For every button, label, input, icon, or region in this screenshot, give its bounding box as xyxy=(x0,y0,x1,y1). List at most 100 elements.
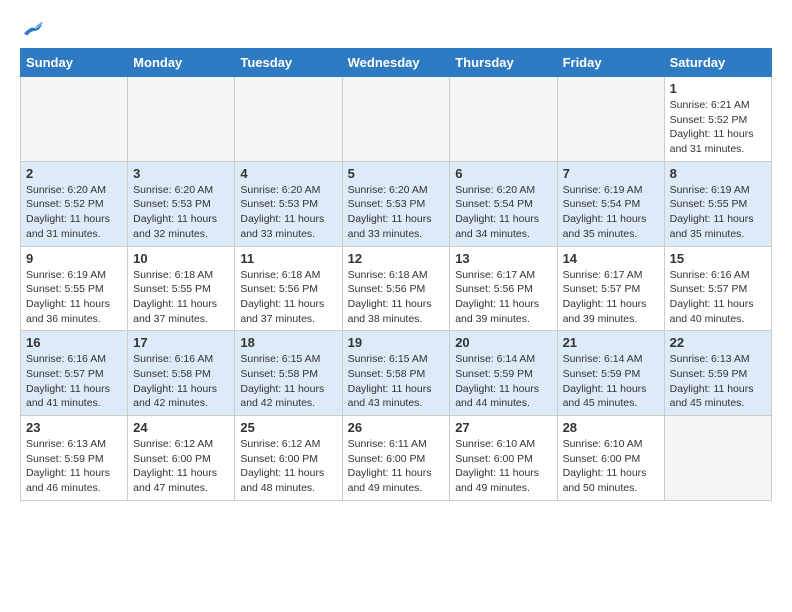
day-number: 6 xyxy=(455,166,551,181)
day-info-text: Sunrise: 6:17 AM Sunset: 5:56 PM Dayligh… xyxy=(455,268,551,327)
calendar-day-cell: 23 Sunrise: 6:13 AM Sunset: 5:59 PM Dayli… xyxy=(21,416,128,501)
day-number: 27 xyxy=(455,420,551,435)
calendar-week-row: 1 Sunrise: 6:21 AM Sunset: 5:52 PM Daylig… xyxy=(21,77,772,162)
day-number: 9 xyxy=(26,251,122,266)
day-info-text: Sunrise: 6:14 AM Sunset: 5:59 PM Dayligh… xyxy=(563,352,659,411)
day-info-text: Sunrise: 6:20 AM Sunset: 5:53 PM Dayligh… xyxy=(133,183,229,242)
calendar-week-row: 9 Sunrise: 6:19 AM Sunset: 5:55 PM Daylig… xyxy=(21,246,772,331)
day-info-text: Sunrise: 6:19 AM Sunset: 5:55 PM Dayligh… xyxy=(26,268,122,327)
day-number: 19 xyxy=(348,335,445,350)
day-info-text: Sunrise: 6:13 AM Sunset: 5:59 PM Dayligh… xyxy=(26,437,122,496)
calendar-day-cell xyxy=(664,416,771,501)
calendar-day-cell: 20 Sunrise: 6:14 AM Sunset: 5:59 PM Dayli… xyxy=(450,331,557,416)
day-info-text: Sunrise: 6:13 AM Sunset: 5:59 PM Dayligh… xyxy=(670,352,766,411)
day-number: 21 xyxy=(563,335,659,350)
calendar-day-header: Sunday xyxy=(21,49,128,77)
day-number: 18 xyxy=(240,335,336,350)
day-number: 24 xyxy=(133,420,229,435)
day-number: 13 xyxy=(455,251,551,266)
day-number: 25 xyxy=(240,420,336,435)
calendar-day-cell: 8 Sunrise: 6:19 AM Sunset: 5:55 PM Daylig… xyxy=(664,161,771,246)
day-info-text: Sunrise: 6:18 AM Sunset: 5:56 PM Dayligh… xyxy=(240,268,336,327)
calendar-day-cell: 16 Sunrise: 6:16 AM Sunset: 5:57 PM Dayli… xyxy=(21,331,128,416)
day-info-text: Sunrise: 6:16 AM Sunset: 5:58 PM Dayligh… xyxy=(133,352,229,411)
calendar-day-cell: 3 Sunrise: 6:20 AM Sunset: 5:53 PM Daylig… xyxy=(128,161,235,246)
calendar-day-header: Thursday xyxy=(450,49,557,77)
calendar-day-cell: 5 Sunrise: 6:20 AM Sunset: 5:53 PM Daylig… xyxy=(342,161,450,246)
calendar-day-cell xyxy=(128,77,235,162)
day-info-text: Sunrise: 6:20 AM Sunset: 5:53 PM Dayligh… xyxy=(240,183,336,242)
day-info-text: Sunrise: 6:16 AM Sunset: 5:57 PM Dayligh… xyxy=(670,268,766,327)
day-number: 1 xyxy=(670,81,766,96)
calendar-day-cell: 2Sunrise: 6:20 AM Sunset: 5:52 PM Daylig… xyxy=(21,161,128,246)
day-info-text: Sunrise: 6:10 AM Sunset: 6:00 PM Dayligh… xyxy=(455,437,551,496)
calendar-day-cell: 15 Sunrise: 6:16 AM Sunset: 5:57 PM Dayli… xyxy=(664,246,771,331)
calendar-day-cell: 9 Sunrise: 6:19 AM Sunset: 5:55 PM Daylig… xyxy=(21,246,128,331)
day-number: 7 xyxy=(563,166,659,181)
calendar-day-header: Tuesday xyxy=(235,49,342,77)
logo xyxy=(20,20,44,38)
day-number: 11 xyxy=(240,251,336,266)
calendar-day-cell: 28 Sunrise: 6:10 AM Sunset: 6:00 PM Dayli… xyxy=(557,416,664,501)
day-info-text: Sunrise: 6:18 AM Sunset: 5:56 PM Dayligh… xyxy=(348,268,445,327)
day-info-text: Sunrise: 6:20 AM Sunset: 5:54 PM Dayligh… xyxy=(455,183,551,242)
day-number: 8 xyxy=(670,166,766,181)
day-number: 16 xyxy=(26,335,122,350)
calendar-day-header: Wednesday xyxy=(342,49,450,77)
calendar-week-row: 2Sunrise: 6:20 AM Sunset: 5:52 PM Daylig… xyxy=(21,161,772,246)
day-info-text: Sunrise: 6:19 AM Sunset: 5:54 PM Dayligh… xyxy=(563,183,659,242)
calendar-day-cell xyxy=(557,77,664,162)
day-number: 20 xyxy=(455,335,551,350)
calendar-day-cell: 12 Sunrise: 6:18 AM Sunset: 5:56 PM Dayli… xyxy=(342,246,450,331)
calendar-day-header: Saturday xyxy=(664,49,771,77)
day-number: 5 xyxy=(348,166,445,181)
calendar-week-row: 23 Sunrise: 6:13 AM Sunset: 5:59 PM Dayli… xyxy=(21,416,772,501)
day-number: 10 xyxy=(133,251,229,266)
day-info-text: Sunrise: 6:20 AM Sunset: 5:53 PM Dayligh… xyxy=(348,183,445,242)
calendar-day-cell: 1 Sunrise: 6:21 AM Sunset: 5:52 PM Daylig… xyxy=(664,77,771,162)
calendar-week-row: 16 Sunrise: 6:16 AM Sunset: 5:57 PM Dayli… xyxy=(21,331,772,416)
calendar-day-header: Friday xyxy=(557,49,664,77)
day-info-text: Sunrise: 6:20 AM Sunset: 5:52 PM Dayligh… xyxy=(26,183,122,242)
day-info-text: Sunrise: 6:19 AM Sunset: 5:55 PM Dayligh… xyxy=(670,183,766,242)
day-info-text: Sunrise: 6:11 AM Sunset: 6:00 PM Dayligh… xyxy=(348,437,445,496)
day-info-text: Sunrise: 6:12 AM Sunset: 6:00 PM Dayligh… xyxy=(133,437,229,496)
day-number: 12 xyxy=(348,251,445,266)
calendar-day-cell: 25 Sunrise: 6:12 AM Sunset: 6:00 PM Dayli… xyxy=(235,416,342,501)
day-number: 4 xyxy=(240,166,336,181)
calendar-day-cell: 22 Sunrise: 6:13 AM Sunset: 5:59 PM Dayli… xyxy=(664,331,771,416)
calendar-day-cell: 18Sunrise: 6:15 AM Sunset: 5:58 PM Dayli… xyxy=(235,331,342,416)
calendar-day-header: Monday xyxy=(128,49,235,77)
calendar-day-cell: 24 Sunrise: 6:12 AM Sunset: 6:00 PM Dayli… xyxy=(128,416,235,501)
day-info-text: Sunrise: 6:18 AM Sunset: 5:55 PM Dayligh… xyxy=(133,268,229,327)
calendar-day-cell xyxy=(342,77,450,162)
calendar-day-cell: 10 Sunrise: 6:18 AM Sunset: 5:55 PM Dayli… xyxy=(128,246,235,331)
calendar-day-cell: 19 Sunrise: 6:15 AM Sunset: 5:58 PM Dayli… xyxy=(342,331,450,416)
calendar-day-cell xyxy=(235,77,342,162)
day-info-text: Sunrise: 6:10 AM Sunset: 6:00 PM Dayligh… xyxy=(563,437,659,496)
day-number: 28 xyxy=(563,420,659,435)
day-number: 26 xyxy=(348,420,445,435)
calendar-day-cell: 14 Sunrise: 6:17 AM Sunset: 5:57 PM Dayli… xyxy=(557,246,664,331)
calendar-day-cell: 7 Sunrise: 6:19 AM Sunset: 5:54 PM Daylig… xyxy=(557,161,664,246)
calendar-day-cell xyxy=(450,77,557,162)
day-info-text: Sunrise: 6:21 AM Sunset: 5:52 PM Dayligh… xyxy=(670,98,766,157)
calendar-day-cell xyxy=(21,77,128,162)
calendar-day-cell: 27 Sunrise: 6:10 AM Sunset: 6:00 PM Dayli… xyxy=(450,416,557,501)
calendar-table: SundayMondayTuesdayWednesdayThursdayFrid… xyxy=(20,48,772,501)
day-number: 14 xyxy=(563,251,659,266)
day-number: 3 xyxy=(133,166,229,181)
day-number: 23 xyxy=(26,420,122,435)
day-info-text: Sunrise: 6:16 AM Sunset: 5:57 PM Dayligh… xyxy=(26,352,122,411)
day-info-text: Sunrise: 6:15 AM Sunset: 5:58 PM Dayligh… xyxy=(348,352,445,411)
calendar-day-cell: 13 Sunrise: 6:17 AM Sunset: 5:56 PM Dayli… xyxy=(450,246,557,331)
calendar-day-cell: 6 Sunrise: 6:20 AM Sunset: 5:54 PM Daylig… xyxy=(450,161,557,246)
calendar-day-cell: 11 Sunrise: 6:18 AM Sunset: 5:56 PM Dayli… xyxy=(235,246,342,331)
logo-bird-icon xyxy=(22,20,44,38)
day-info-text: Sunrise: 6:12 AM Sunset: 6:00 PM Dayligh… xyxy=(240,437,336,496)
day-number: 22 xyxy=(670,335,766,350)
day-info-text: Sunrise: 6:17 AM Sunset: 5:57 PM Dayligh… xyxy=(563,268,659,327)
day-number: 15 xyxy=(670,251,766,266)
calendar-day-cell: 4 Sunrise: 6:20 AM Sunset: 5:53 PM Daylig… xyxy=(235,161,342,246)
day-info-text: Sunrise: 6:14 AM Sunset: 5:59 PM Dayligh… xyxy=(455,352,551,411)
